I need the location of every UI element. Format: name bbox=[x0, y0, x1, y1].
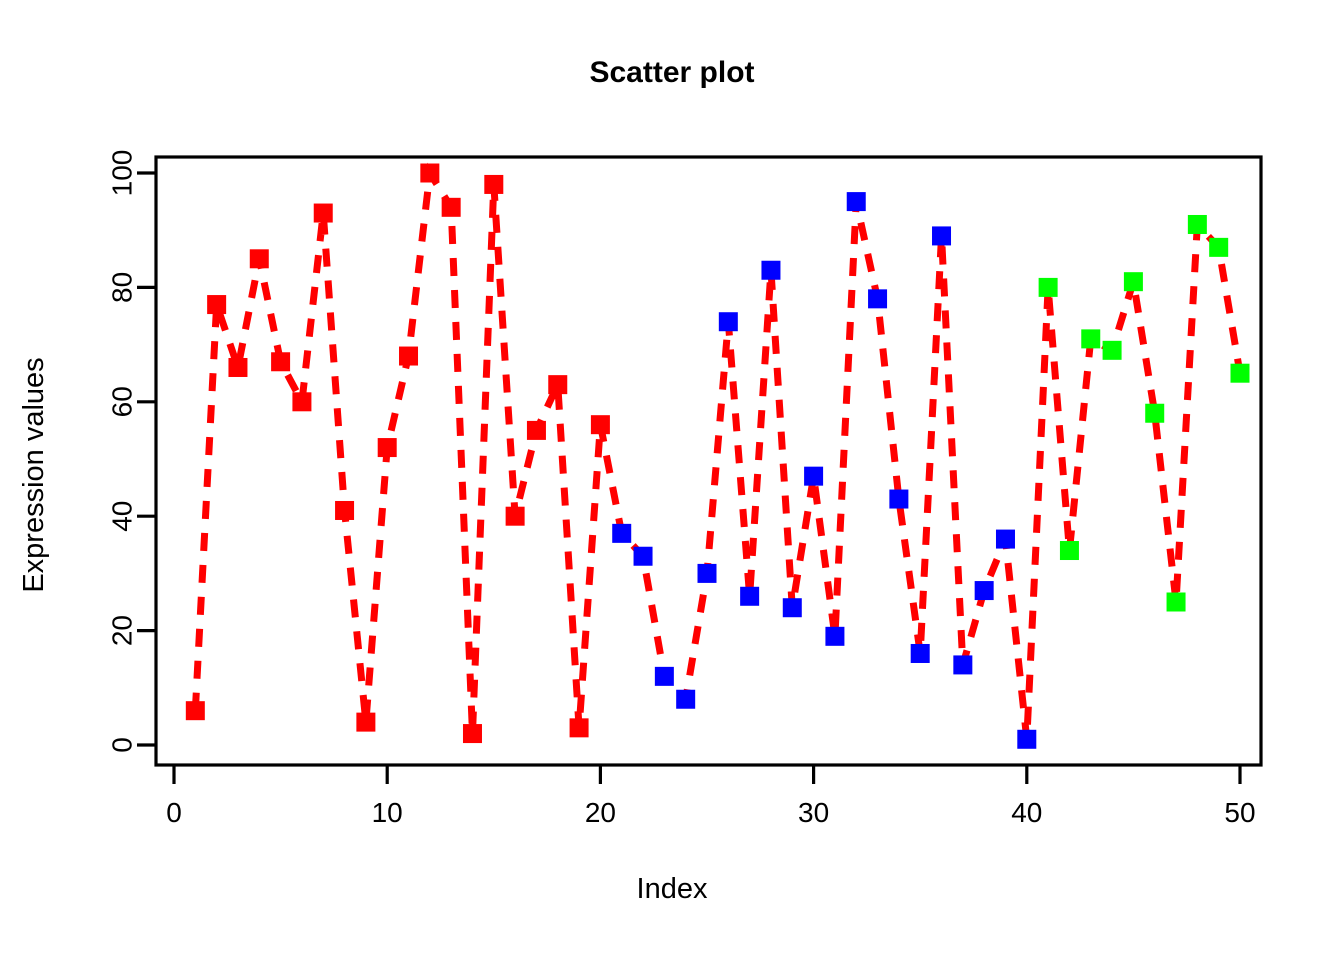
plot-box-border bbox=[154, 155, 1263, 767]
data-point-marker[interactable] bbox=[932, 226, 952, 246]
data-point-marker[interactable] bbox=[633, 546, 653, 566]
data-point-marker[interactable] bbox=[782, 598, 802, 618]
data-point-marker[interactable] bbox=[804, 466, 824, 486]
data-point-marker[interactable] bbox=[526, 420, 546, 440]
y-axis-tick-label: 0 bbox=[107, 737, 138, 753]
data-point-marker[interactable] bbox=[974, 581, 994, 601]
data-point-marker[interactable] bbox=[292, 392, 312, 412]
data-point-marker[interactable] bbox=[697, 563, 717, 583]
data-point-marker[interactable] bbox=[399, 346, 419, 366]
data-point-marker[interactable] bbox=[953, 655, 973, 675]
plot-svg: 0 10 20 30 40 50 0 20 40 60 80 100 bbox=[107, 150, 1263, 828]
plot-canvas: 0 10 20 30 40 50 0 20 40 60 80 100 bbox=[0, 0, 1344, 960]
data-point-marker[interactable] bbox=[868, 289, 888, 309]
data-point-marker[interactable] bbox=[846, 192, 866, 212]
data-point-marker[interactable] bbox=[910, 643, 930, 663]
data-point-marker[interactable] bbox=[740, 586, 760, 606]
data-point-marker[interactable] bbox=[718, 312, 738, 332]
y-axis-tick-label: 100 bbox=[107, 150, 138, 197]
data-point-marker[interactable] bbox=[1102, 340, 1122, 360]
x-axis-tick-label: 20 bbox=[585, 797, 616, 828]
data-point-marker[interactable] bbox=[1081, 329, 1101, 349]
data-point-marker[interactable] bbox=[484, 174, 504, 194]
scatter-plot-figure: Scatter plot Index Expression values 0 10… bbox=[0, 0, 1344, 960]
data-point-marker[interactable] bbox=[505, 506, 525, 526]
data-point-marker[interactable] bbox=[889, 489, 909, 509]
x-axis-tick-label: 0 bbox=[166, 797, 182, 828]
data-point-marker[interactable] bbox=[377, 438, 397, 458]
data-point-marker[interactable] bbox=[590, 415, 610, 435]
data-point-marker[interactable] bbox=[1209, 237, 1229, 257]
data-point-marker[interactable] bbox=[1017, 729, 1037, 749]
data-point-marker[interactable] bbox=[1145, 403, 1165, 423]
data-point-marker[interactable] bbox=[825, 626, 845, 646]
data-point-marker[interactable] bbox=[612, 523, 632, 543]
x-axis-tick-label: 50 bbox=[1224, 797, 1255, 828]
data-point-marker[interactable] bbox=[1187, 214, 1207, 234]
data-point-marker[interactable] bbox=[462, 724, 482, 744]
data-point-marker[interactable] bbox=[995, 529, 1015, 549]
data-point-marker[interactable] bbox=[569, 718, 589, 738]
data-point-marker[interactable] bbox=[441, 197, 461, 217]
data-point-marker[interactable] bbox=[335, 500, 355, 520]
y-axis-tick-label: 80 bbox=[107, 272, 138, 303]
data-point-marker[interactable] bbox=[1166, 592, 1186, 612]
data-point-marker[interactable] bbox=[1038, 277, 1058, 297]
data-point-marker[interactable] bbox=[356, 712, 376, 732]
data-point-marker[interactable] bbox=[313, 203, 333, 223]
y-axis-tick-label: 20 bbox=[107, 615, 138, 646]
data-point-marker[interactable] bbox=[1059, 541, 1079, 561]
x-axis-tick-label: 30 bbox=[798, 797, 829, 828]
data-point-marker[interactable] bbox=[249, 249, 269, 269]
data-point-marker[interactable] bbox=[271, 352, 291, 372]
data-point-marker[interactable] bbox=[1123, 272, 1143, 292]
data-point-marker[interactable] bbox=[761, 260, 781, 280]
x-axis-tick-label: 10 bbox=[372, 797, 403, 828]
data-point-marker[interactable] bbox=[420, 163, 440, 183]
axis-layer: 0 10 20 30 40 50 0 20 40 60 80 100 bbox=[107, 150, 1263, 828]
y-axis-tick-label: 60 bbox=[107, 386, 138, 417]
data-point-marker[interactable] bbox=[207, 295, 227, 315]
data-point-marker[interactable] bbox=[654, 666, 674, 686]
x-axis-tick-label: 40 bbox=[1011, 797, 1042, 828]
data-point-marker[interactable] bbox=[228, 357, 248, 377]
series-dashed-line bbox=[191, 162, 1244, 740]
data-point-marker[interactable] bbox=[185, 701, 205, 721]
data-point-marker[interactable] bbox=[1230, 363, 1250, 383]
series-line-layer bbox=[191, 162, 1244, 740]
series-point-layer bbox=[185, 163, 1250, 749]
data-point-marker[interactable] bbox=[548, 375, 568, 395]
y-axis-tick-label: 40 bbox=[107, 501, 138, 532]
data-point-marker[interactable] bbox=[676, 689, 696, 709]
